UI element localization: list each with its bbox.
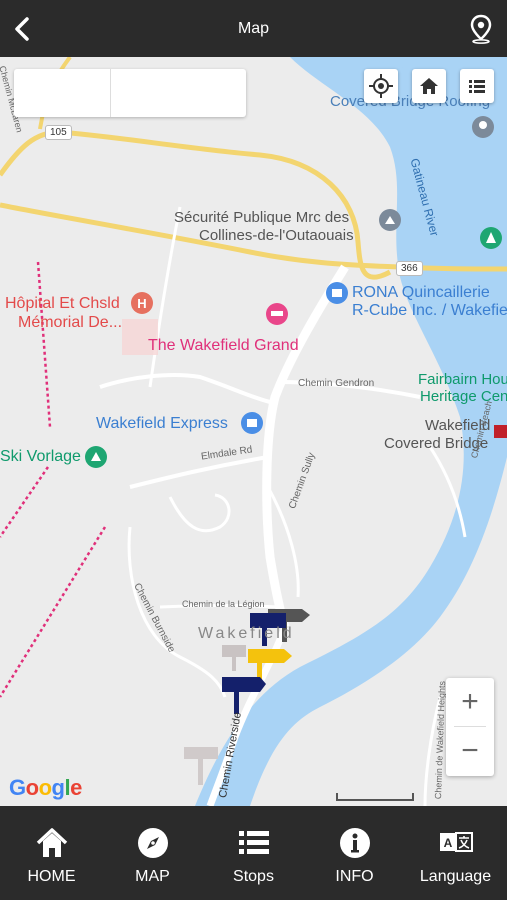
label-chemin-legion: Chemin de la Légion xyxy=(182,599,265,609)
home-icon xyxy=(36,828,68,857)
zoom-in-button[interactable]: + xyxy=(446,678,494,726)
label-securite-2: Collines-de-l'Outaouais xyxy=(199,227,354,244)
gov-pin-icon xyxy=(379,209,401,231)
compass-icon xyxy=(138,828,168,858)
road-loop xyxy=(168,493,231,533)
park-pin-icon xyxy=(480,227,502,249)
ski-trail-1 xyxy=(36,261,52,428)
locate-button[interactable] xyxy=(364,69,398,103)
tab-language-label: Language xyxy=(419,868,492,885)
store-pin-icon xyxy=(326,282,348,304)
page-title: Map xyxy=(237,20,270,37)
hotel-pin-icon xyxy=(266,303,288,325)
top-bar: Map xyxy=(0,0,507,57)
hospital-pin-icon: H xyxy=(131,292,153,314)
crosshair-icon xyxy=(369,74,393,98)
place-pin-icon xyxy=(472,116,494,138)
list-icon xyxy=(239,831,269,854)
label-rona-1: RONA Quincaillerie xyxy=(352,284,490,301)
map-view[interactable]: H Covered Bridge Roofing Gatineau River … xyxy=(0,57,507,806)
map-scale-bar xyxy=(336,793,414,801)
tab-language[interactable]: A Language xyxy=(405,806,506,900)
tab-info-label: INFO xyxy=(335,868,374,885)
label-hopital-2: Mémorial De... xyxy=(18,314,123,331)
tab-stops-label: Stops xyxy=(233,868,274,885)
highway-105 xyxy=(0,129,392,280)
express-pin-icon xyxy=(241,412,263,434)
tab-home-label: HOME xyxy=(27,868,76,885)
zoom-out-button[interactable]: − xyxy=(446,727,494,775)
tour-marker-light-1 xyxy=(222,645,246,671)
info-icon xyxy=(340,828,370,858)
tab-map-label: MAP xyxy=(135,868,170,885)
highway-105-shield: 105 xyxy=(45,125,72,140)
svg-text:H: H xyxy=(137,296,146,311)
map-type-control[interactable] xyxy=(14,69,246,117)
label-wakefield-grand: The Wakefield Grand xyxy=(148,337,299,354)
road-elmdale xyxy=(129,455,269,489)
ski-trail-3 xyxy=(0,526,107,698)
tab-info[interactable]: INFO xyxy=(304,806,405,900)
tab-map[interactable]: MAP xyxy=(102,806,203,900)
tab-home[interactable]: HOME xyxy=(1,806,102,900)
map-type-divider xyxy=(110,69,111,117)
ski-trail-2 xyxy=(0,466,50,538)
translate-icon: A xyxy=(440,832,473,852)
road-west xyxy=(99,373,271,404)
covered-bridge xyxy=(494,425,507,438)
tab-stops[interactable]: Stops xyxy=(203,806,304,900)
map-home-button[interactable] xyxy=(412,69,446,103)
label-securite-1: Sécurité Publique Mrc des xyxy=(174,209,350,226)
label-rona-2: R-Cube Inc. / Wakefield xyxy=(352,302,507,319)
bottom-tab-bar: HOME MAP Stops INFO A Language xyxy=(0,806,507,900)
label-wakefield-express: Wakefield Express xyxy=(96,415,228,432)
location-pin-icon[interactable] xyxy=(469,14,493,44)
label-fairbairn-1: Fairbairn House xyxy=(418,371,507,388)
map-list-button[interactable] xyxy=(460,69,494,103)
label-chemin-gendron: Chemin Gendron xyxy=(298,378,375,389)
label-wakefield-town: Wakefield xyxy=(198,625,295,642)
label-hopital-1: Hôpital Et Chsld xyxy=(5,295,120,312)
zoom-control: + − xyxy=(446,678,494,776)
home-icon xyxy=(420,78,438,94)
svg-text:A: A xyxy=(444,836,453,850)
label-ski-vorlage: Ski Vorlage xyxy=(0,448,81,465)
list-icon xyxy=(469,80,485,93)
google-logo: Google xyxy=(9,775,82,800)
highway-366-shield: 366 xyxy=(396,261,423,276)
ski-pin-icon xyxy=(85,446,107,468)
